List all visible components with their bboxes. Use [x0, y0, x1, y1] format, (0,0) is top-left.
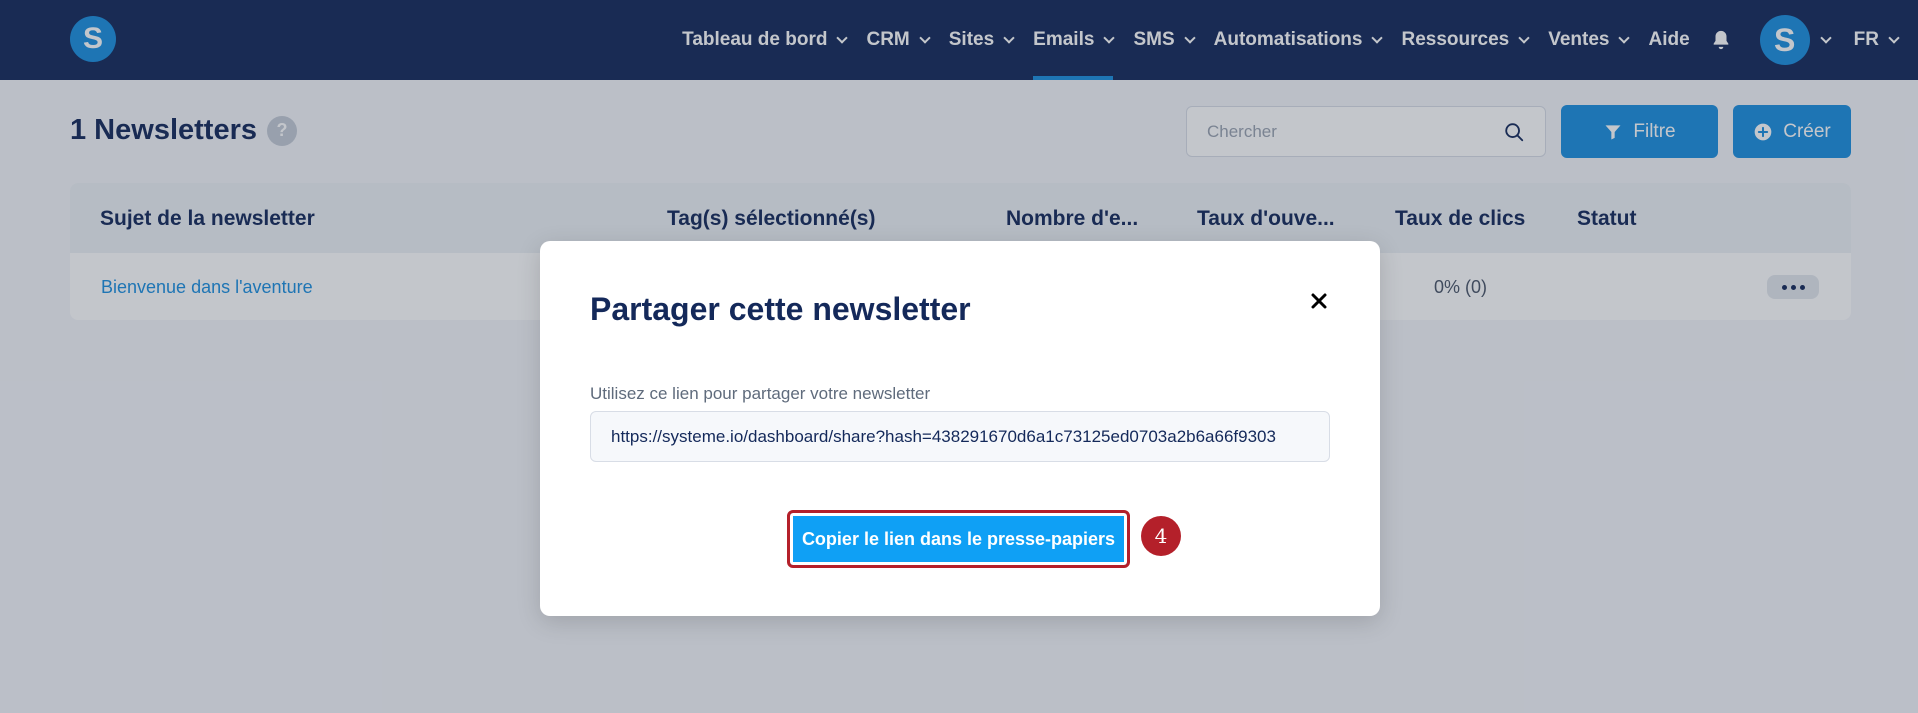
- copy-link-button[interactable]: Copier le lien dans le presse-papiers: [787, 510, 1130, 568]
- share-link-label: Utilisez ce lien pour partager votre new…: [590, 384, 931, 403]
- share-link-field[interactable]: https://systeme.io/dashboard/share?hash=…: [590, 411, 1330, 462]
- step-marker: 4: [1141, 516, 1181, 556]
- share-newsletter-modal: Partager cette newsletter Utilisez ce li…: [540, 241, 1380, 616]
- close-icon[interactable]: [1307, 289, 1331, 313]
- modal-title: Partager cette newsletter: [590, 291, 971, 327]
